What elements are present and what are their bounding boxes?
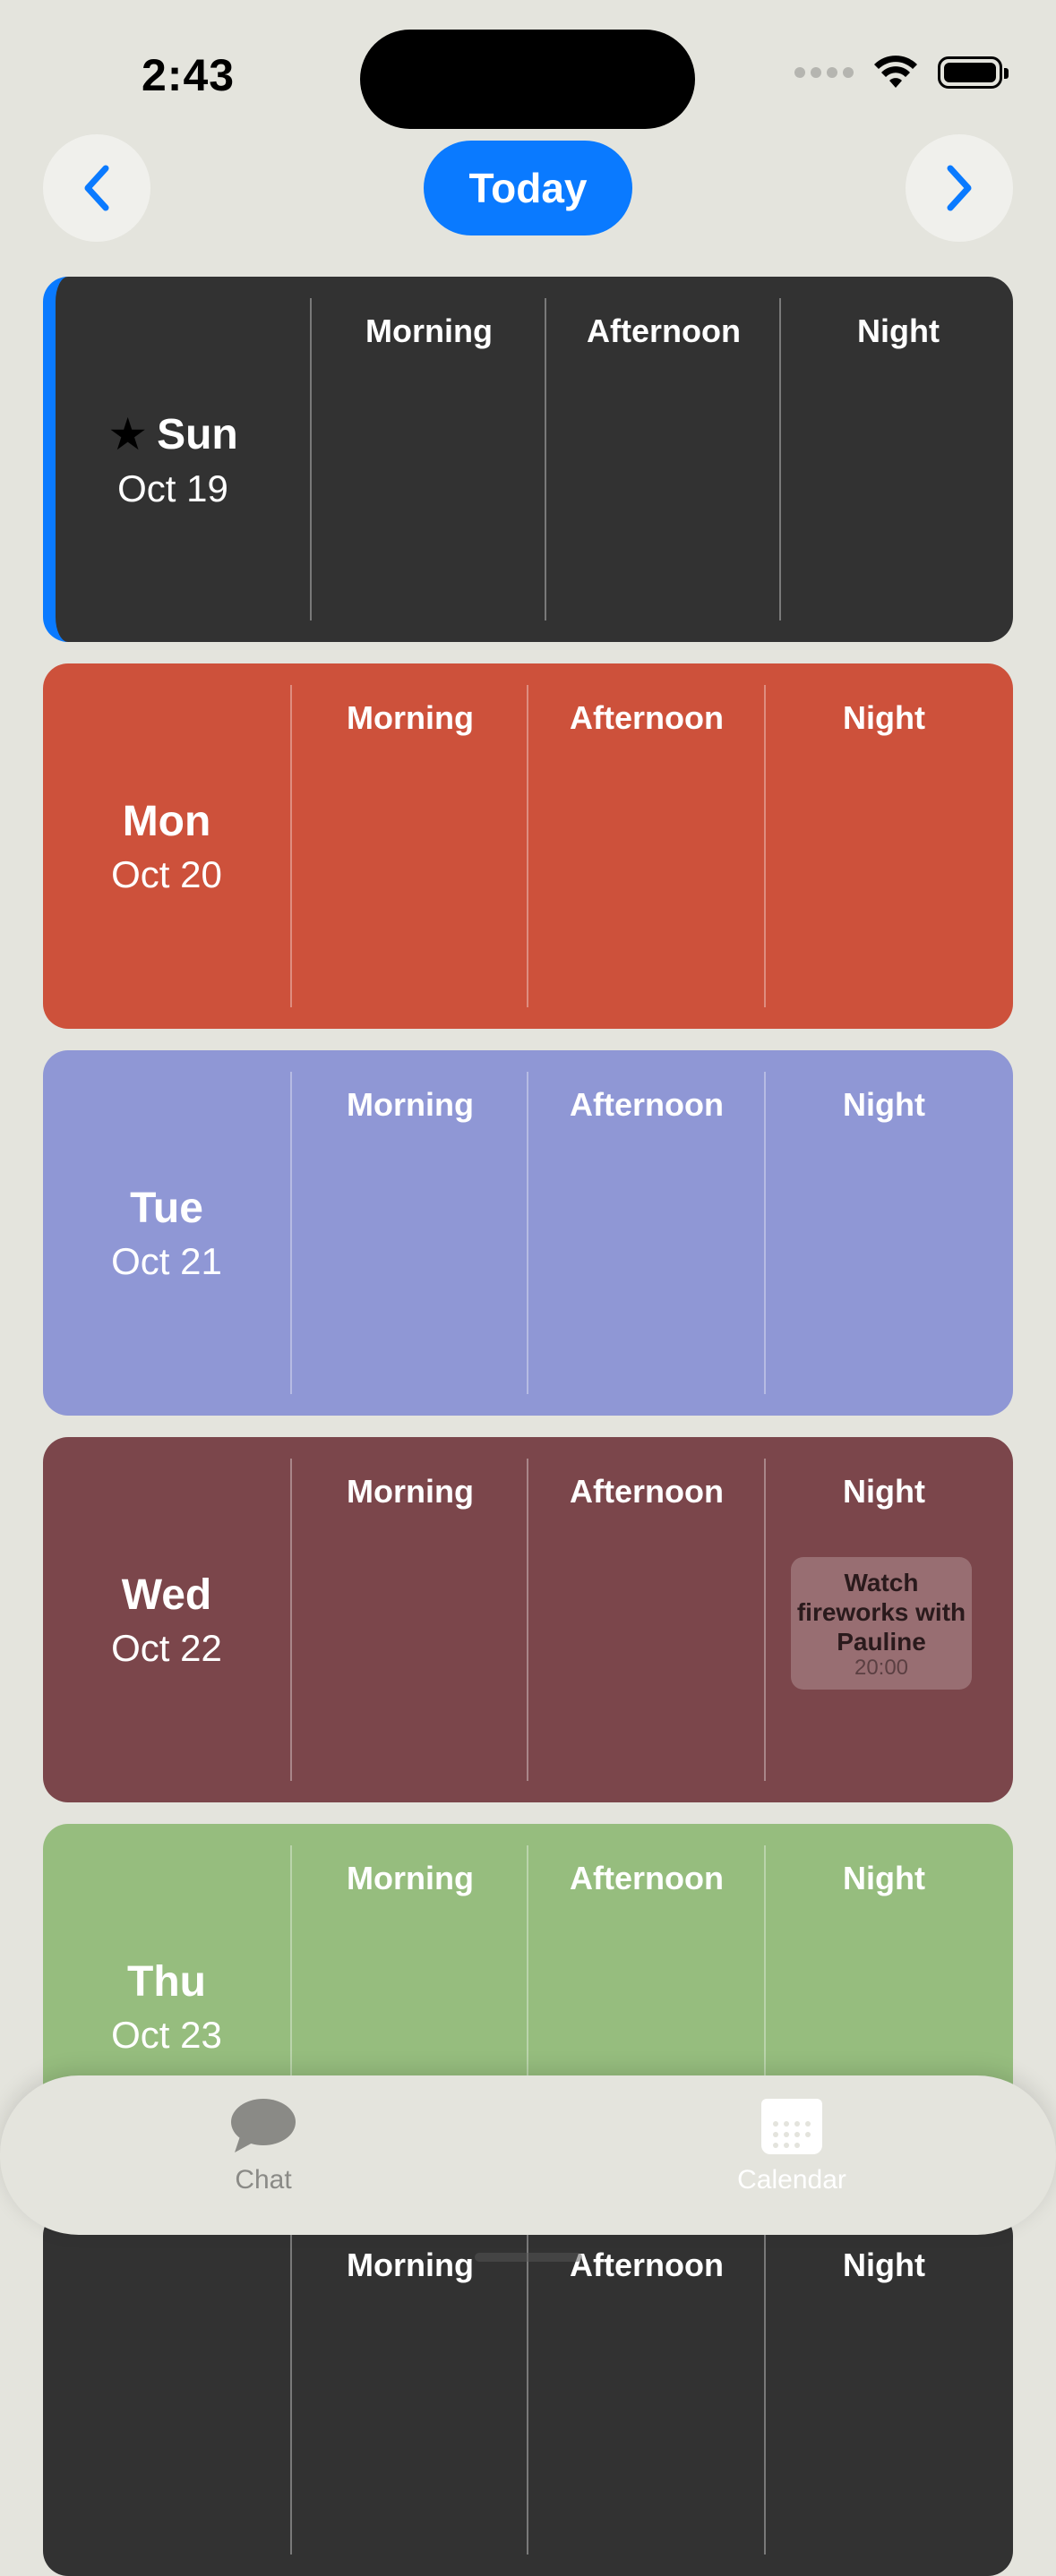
day-date: Oct 20 — [111, 852, 222, 895]
slot-night[interactable]: Night — [764, 685, 1002, 1007]
slot-afternoon[interactable]: Afternoon — [527, 1459, 765, 1781]
slot-afternoon[interactable]: Afternoon — [527, 1072, 765, 1394]
day-date: Oct 23 — [111, 2013, 222, 2056]
chevron-right-icon — [947, 165, 972, 211]
day-card-next[interactable]: Morning Afternoon Night — [43, 2211, 1013, 2576]
slot-morning[interactable]: Morning — [290, 2232, 528, 2555]
slot-title: Night — [843, 699, 925, 736]
slot-title: Afternoon — [570, 1086, 724, 1123]
slot-morning[interactable]: Morning — [290, 1072, 528, 1394]
day-name: Tue — [130, 1184, 203, 1232]
day-date: Oct 22 — [111, 1626, 222, 1669]
today-button[interactable]: Today — [424, 141, 632, 235]
slot-title: Morning — [347, 1473, 474, 1510]
slot-afternoon[interactable]: Afternoon — [527, 2232, 765, 2555]
slot-title: Night — [843, 1860, 925, 1896]
slot-title: Morning — [347, 1086, 474, 1123]
slot-title: Night — [843, 2247, 925, 2283]
dynamic-island — [360, 30, 695, 129]
slot-night[interactable]: Night — [764, 1072, 1002, 1394]
event-time: 20:00 — [854, 1656, 909, 1680]
day-label: Wed Oct 22 — [43, 1437, 290, 1802]
day-name: Mon — [122, 797, 211, 845]
tab-bar: Chat Calendar — [0, 2075, 1056, 2235]
slot-title: Night — [857, 312, 940, 349]
tab-label: Calendar — [737, 2165, 846, 2195]
star-icon: ★ — [107, 409, 149, 459]
home-indicator — [475, 2253, 582, 2262]
slot-afternoon[interactable]: Afternoon — [545, 298, 781, 620]
chat-bubble-icon — [231, 2099, 296, 2152]
slot-morning[interactable]: Morning — [290, 685, 528, 1007]
slot-night[interactable]: Night Watch fireworks with Pauline 20:00 — [764, 1459, 1002, 1781]
tab-chat[interactable]: Chat — [129, 2095, 398, 2221]
slot-title: Afternoon — [570, 1473, 724, 1510]
day-label: Mon Oct 20 — [43, 663, 290, 1029]
slot-night[interactable]: Night — [764, 2232, 1002, 2555]
day-name-row: ★ Sun — [107, 408, 237, 460]
slot-title: Morning — [347, 699, 474, 736]
day-card-tue[interactable]: Tue Oct 21 Morning Afternoon Night — [43, 1050, 1013, 1416]
wifi-icon — [874, 56, 917, 88]
status-indicators — [794, 56, 1009, 90]
day-name: Wed — [121, 1570, 212, 1619]
tab-calendar[interactable]: Calendar — [657, 2095, 926, 2221]
slot-title: Night — [843, 1086, 925, 1123]
slot-title: Morning — [365, 312, 493, 349]
tab-label: Chat — [235, 2165, 292, 2195]
slot-morning[interactable]: Morning — [290, 1459, 528, 1781]
slot-title: Afternoon — [570, 1860, 724, 1896]
day-label: ★ Sun Oct 19 — [56, 277, 290, 642]
event-card[interactable]: Watch fireworks with Pauline 20:00 — [791, 1557, 972, 1690]
slot-morning[interactable]: Morning — [310, 298, 546, 620]
calendar-icon — [761, 2099, 822, 2154]
day-date: Oct 21 — [111, 1239, 222, 1282]
day-label: Tue Oct 21 — [43, 1050, 290, 1416]
slot-night[interactable]: Night — [779, 298, 1013, 620]
slot-afternoon[interactable]: Afternoon — [527, 685, 765, 1007]
chevron-left-icon — [84, 165, 109, 211]
status-time: 2:43 — [142, 50, 236, 100]
day-name: Sun — [157, 410, 238, 458]
event-title: Watch fireworks with Pauline — [796, 1569, 966, 1656]
day-card-mon[interactable]: Mon Oct 20 Morning Afternoon Night — [43, 663, 1013, 1029]
battery-icon — [938, 56, 1009, 89]
day-date: Oct 19 — [117, 467, 228, 509]
next-week-button[interactable] — [906, 134, 1013, 242]
day-card-sun[interactable]: ★ Sun Oct 19 Morning Afternoon Night — [43, 277, 1013, 642]
slot-title: Afternoon — [587, 312, 741, 349]
previous-week-button[interactable] — [43, 134, 150, 242]
slot-title: Night — [843, 1473, 925, 1510]
slot-title: Morning — [347, 1860, 474, 1896]
day-name: Thu — [127, 1957, 206, 2006]
slot-title: Afternoon — [570, 699, 724, 736]
day-card-wed[interactable]: Wed Oct 22 Morning Afternoon Night Watch… — [43, 1437, 1013, 1802]
cellular-signal-icon — [794, 67, 854, 78]
